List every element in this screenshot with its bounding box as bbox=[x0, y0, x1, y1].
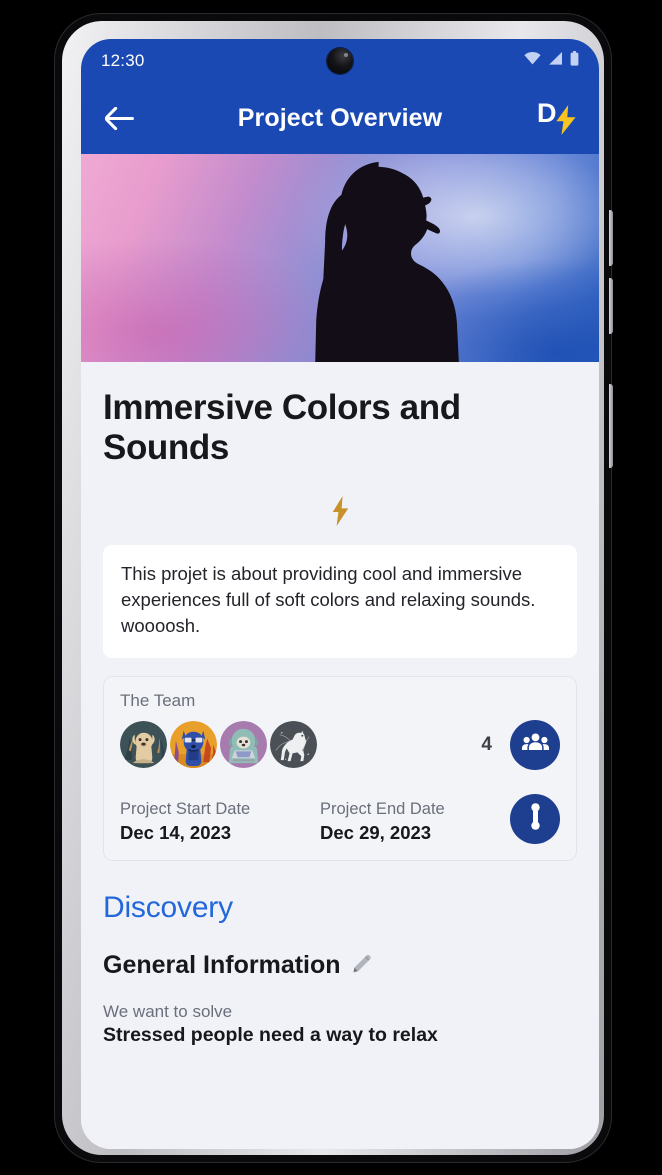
app-logo[interactable]: D bbox=[537, 99, 581, 139]
general-information-title: General Information bbox=[103, 950, 341, 979]
avatar-white-dog-sketch[interactable] bbox=[270, 721, 317, 769]
pencil-icon bbox=[351, 951, 374, 979]
dates-row: Project Start Date Dec 14, 2023 Project … bbox=[120, 793, 560, 844]
woman-silhouette-icon bbox=[315, 161, 459, 362]
timeline-icon bbox=[529, 802, 542, 835]
end-date-label: Project End Date bbox=[320, 799, 445, 818]
page-title: Project Overview bbox=[237, 104, 443, 132]
back-button[interactable] bbox=[99, 99, 139, 139]
discovery-heading[interactable]: Discovery bbox=[103, 891, 577, 925]
status-bar: 12:30 bbox=[81, 39, 599, 83]
hero-image bbox=[81, 154, 599, 362]
team-row: 4 bbox=[120, 719, 560, 770]
discovery-section: Discovery General Information We want to… bbox=[81, 861, 599, 1047]
edit-general-information-button[interactable] bbox=[351, 951, 374, 979]
power-button[interactable] bbox=[609, 384, 613, 468]
app-logo-letter: D bbox=[537, 97, 557, 128]
title-block: Immersive Colors and Sounds bbox=[81, 362, 599, 531]
team-and-dates-card: The Team 4 Project Start Date Dec 14, 20… bbox=[103, 675, 577, 861]
end-date-value: Dec 29, 2023 bbox=[320, 821, 432, 843]
start-date-label: Project Start Date bbox=[120, 799, 251, 818]
phone-screen: 12:30 Project Overview D Immersive Color… bbox=[81, 39, 599, 1149]
status-bar-icons bbox=[524, 51, 579, 71]
cellular-signal-icon bbox=[548, 52, 563, 70]
team-members-button[interactable] bbox=[510, 719, 560, 770]
avatar-stack bbox=[120, 721, 317, 769]
project-end-date: Project End Date Dec 29, 2023 bbox=[320, 800, 505, 844]
volume-down-button[interactable] bbox=[609, 278, 613, 334]
team-label: The Team bbox=[120, 690, 196, 710]
timeline-button[interactable] bbox=[510, 793, 560, 844]
front-camera-cutout bbox=[327, 48, 353, 74]
phone-bezel: 12:30 Project Overview D Immersive Color… bbox=[62, 21, 604, 1155]
project-start-date: Project Start Date Dec 14, 2023 bbox=[120, 800, 320, 844]
avatar-hooded-dog-laptop[interactable] bbox=[220, 721, 267, 769]
general-information-row: General Information bbox=[103, 951, 577, 980]
solve-label: We want to solve bbox=[103, 1001, 233, 1021]
phone-frame: 12:30 Project Overview D Immersive Color… bbox=[55, 14, 613, 1162]
lightning-bolt-icon bbox=[332, 495, 349, 531]
project-description: This projet is about providing cool and … bbox=[121, 562, 536, 637]
people-group-icon bbox=[521, 732, 549, 757]
avatar-blue-dog-glasses[interactable] bbox=[170, 721, 217, 769]
scroll-content[interactable]: Immersive Colors and Sounds This projet … bbox=[81, 154, 599, 1149]
we-want-to-solve-block: We want to solve Stressed people need a … bbox=[103, 1002, 577, 1047]
status-bar-clock: 12:30 bbox=[101, 51, 145, 70]
start-date-value: Dec 14, 2023 bbox=[120, 821, 232, 843]
description-card: This projet is about providing cool and … bbox=[103, 544, 577, 658]
project-title: Immersive Colors and Sounds bbox=[103, 388, 461, 467]
battery-icon bbox=[570, 51, 579, 71]
wifi-icon bbox=[524, 52, 541, 70]
team-member-count: 4 bbox=[481, 733, 492, 755]
title-accent-bolt bbox=[103, 495, 577, 531]
app-bar: Project Overview D bbox=[81, 83, 599, 154]
solve-value: Stressed people need a way to relax bbox=[103, 1023, 438, 1046]
lightning-bolt-icon bbox=[555, 104, 577, 140]
avatar-tan-dog[interactable] bbox=[120, 721, 167, 769]
volume-up-button[interactable] bbox=[609, 210, 613, 266]
